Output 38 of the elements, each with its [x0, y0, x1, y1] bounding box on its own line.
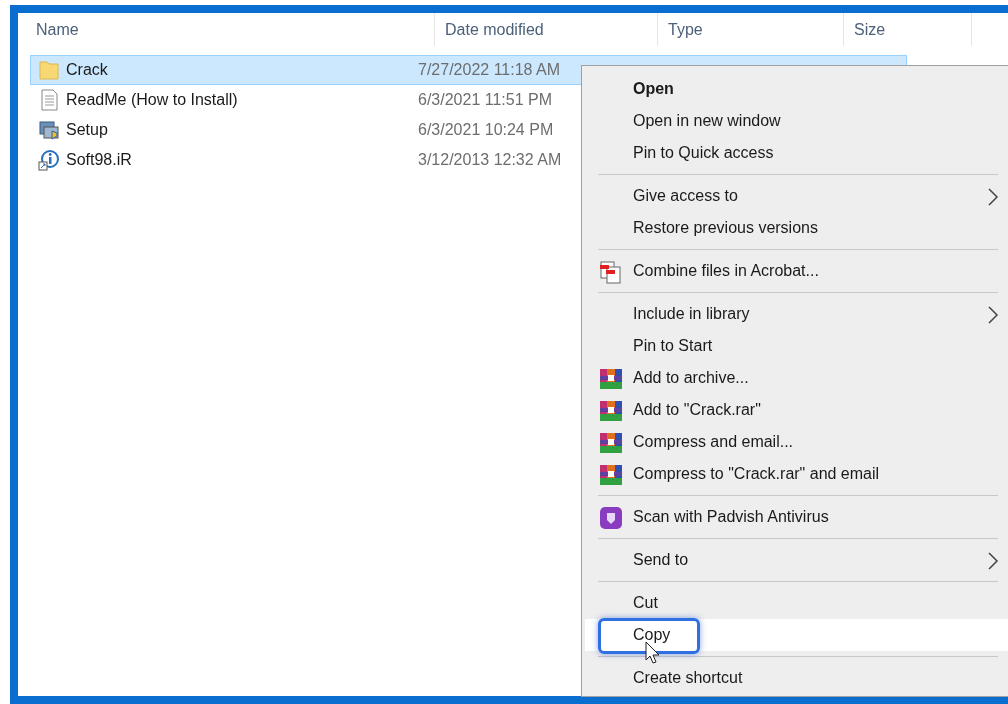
menu-item[interactable]: Add to "Crack.rar": [585, 394, 1008, 426]
column-header[interactable]: Date modified: [435, 13, 658, 46]
info-shortcut-icon: [38, 149, 60, 171]
setup-icon: [38, 119, 60, 141]
column-header[interactable]: Size: [844, 13, 972, 46]
menu-item[interactable]: Restore previous versions: [585, 212, 1008, 244]
archive-books-icon: [599, 431, 623, 455]
file-date: 6/3/2021 11:51 PM: [418, 91, 553, 109]
menu-item[interactable]: Send to: [585, 544, 1008, 576]
menu-item[interactable]: Pin to Start: [585, 330, 1008, 362]
archive-books-icon: [599, 367, 623, 391]
mouse-pointer-icon: [645, 641, 661, 665]
file-date: 7/27/2022 11:18 AM: [418, 61, 561, 79]
menu-item[interactable]: Add to archive...: [585, 362, 1008, 394]
archive-books-icon: [599, 399, 623, 423]
menu-item[interactable]: Pin to Quick access: [585, 137, 1008, 169]
text-file-icon: [38, 89, 60, 111]
file-name: ReadMe (How to Install): [66, 91, 239, 109]
column-header[interactable]: Name: [18, 13, 435, 46]
menu-item[interactable]: Open in new window: [585, 105, 1008, 137]
menu-item[interactable]: Include in library: [585, 298, 1008, 330]
file-name: Setup: [66, 121, 109, 139]
menu-item[interactable]: Scan with Padvish Antivirus: [585, 501, 1008, 533]
menu-item[interactable]: Create shortcut: [585, 662, 1008, 694]
file-date: 6/3/2021 10:24 PM: [418, 121, 554, 139]
file-name: Crack: [66, 61, 109, 79]
folder-icon: [38, 59, 60, 81]
column-header[interactable]: Type: [658, 13, 844, 46]
menu-item[interactable]: Cut: [585, 587, 1008, 619]
archive-books-icon: [599, 463, 623, 487]
menu-item[interactable]: Give access to: [585, 180, 1008, 212]
menu-item[interactable]: Combine files in Acrobat...: [585, 255, 1008, 287]
file-date: 3/12/2013 12:32 AM: [418, 151, 562, 169]
menu-item[interactable]: Compress to "Crack.rar" and email: [585, 458, 1008, 490]
file-name: Soft98.iR: [66, 151, 133, 169]
combine-files-icon: [599, 260, 623, 284]
shield-app-icon: [599, 506, 623, 530]
menu-item[interactable]: Compress and email...: [585, 426, 1008, 458]
